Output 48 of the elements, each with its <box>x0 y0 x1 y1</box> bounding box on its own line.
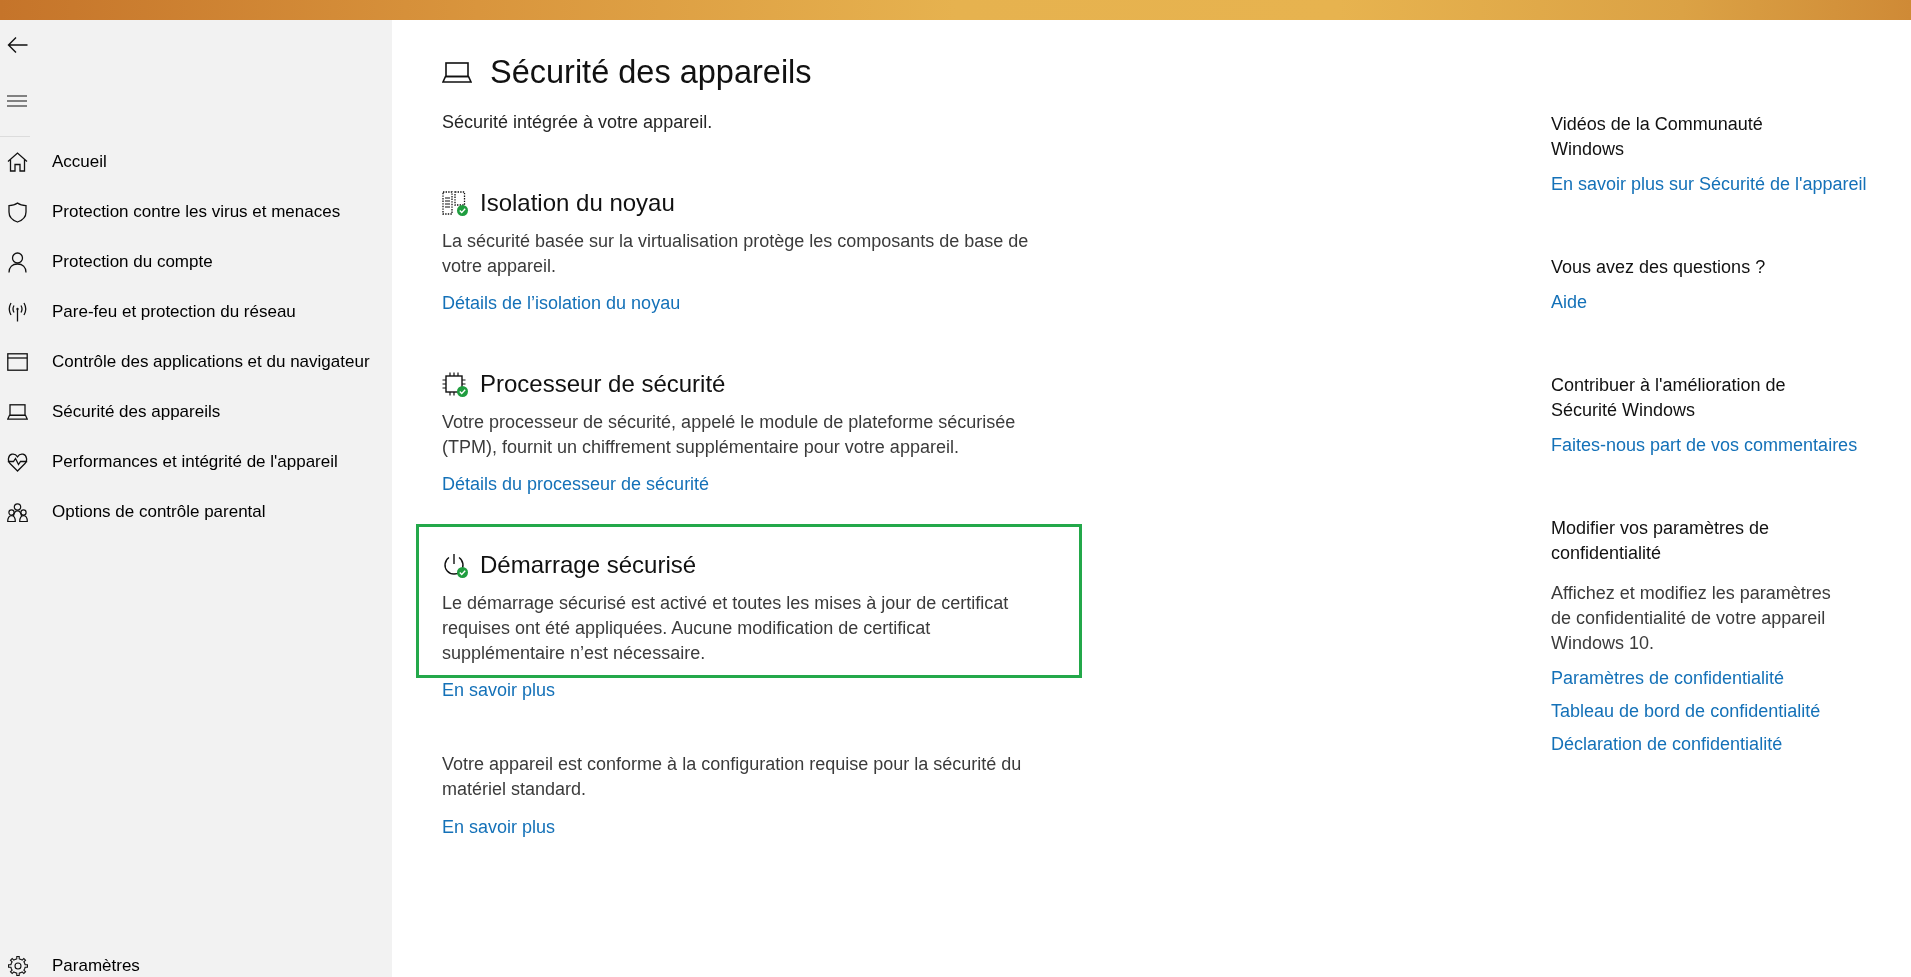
back-arrow-icon <box>7 36 28 54</box>
laptop-icon <box>7 404 28 420</box>
nav-item[interactable]: Protection du compte <box>0 237 392 287</box>
resource-link[interactable]: Paramètres de confidentialité <box>1551 666 1785 691</box>
nav-item[interactable]: Performances et intégrité de l'appareil <box>0 437 392 487</box>
laptop-icon <box>442 61 472 83</box>
resource-link[interactable]: Tableau de bord de confidentialité <box>1551 699 1821 724</box>
menu-icon <box>7 95 27 107</box>
details-link[interactable]: Détails de l’isolation du noyau <box>442 291 681 316</box>
resource-link[interactable]: Faites-nous part de vos commentaires <box>1551 433 1858 458</box>
section-description: Votre processeur de sécurité, appelé le module de plateforme sécurisée (TPM), fournit un chiffrement supplémentaire pour votre appareil. <box>442 411 1017 459</box>
power-icon <box>442 553 466 577</box>
aside-heading: Vidéos de la Communauté Windows <box>1551 113 1764 161</box>
window-icon <box>7 353 28 371</box>
resource-link[interactable]: En savoir plus sur Sécurité de l'appareil <box>1551 172 1867 197</box>
compliance-text: Votre appareil est conforme à la configuration requise pour la sécurité du matériel standard. <box>442 753 1023 801</box>
nav-item[interactable]: Pare-feu et protection du réseau <box>0 287 392 337</box>
dotted-panels-icon <box>442 191 466 215</box>
aside-heading: Vous avez des questions ? <box>1551 256 1767 279</box>
section-description: La sécurité basée sur la virtualisation protège les composants de base de votre appareil. <box>442 230 1030 278</box>
page-title: Sécurité des appareils <box>490 53 812 92</box>
learn-more-link[interactable]: En savoir plus <box>442 815 556 840</box>
family-icon <box>7 502 28 522</box>
chip-icon <box>442 372 466 396</box>
nav-item[interactable]: Options de contrôle parental <box>0 487 392 537</box>
details-link[interactable]: Détails du processeur de sécurité <box>442 472 710 497</box>
antenna-icon <box>7 302 28 322</box>
aside-heading: Contribuer à l'amélioration de Sécurité Windows <box>1551 374 1787 422</box>
shield-icon <box>7 201 28 223</box>
section-heading: Processeur de sécurité <box>480 369 726 399</box>
person-icon <box>7 251 28 273</box>
nav-item[interactable]: Sécurité des appareils <box>0 387 392 437</box>
section-description: Le démarrage sécurisé est activé et toutes les mises à jour de certificat requises ont été appliquées. Aucune modification de certificat supplémentaire n’est nécessaire. <box>442 592 1010 665</box>
resource-link[interactable]: Déclaration de confidentialité <box>1551 732 1783 757</box>
heart-pulse-icon <box>7 452 28 472</box>
section-heading: Démarrage sécurisé <box>480 550 697 580</box>
settings-icon <box>7 955 29 977</box>
details-link[interactable]: En savoir plus <box>442 678 556 703</box>
settings-nav-item[interactable]: Paramètres <box>0 955 392 977</box>
resource-link[interactable]: Aide <box>1551 290 1588 315</box>
aside-description: Affichez et modifiez les paramètres de confidentialité de votre appareil Windows 10. <box>1551 582 1832 655</box>
nav-item[interactable]: Contrôle des applications et du navigateur <box>0 337 392 387</box>
aside-heading: Modifier vos paramètres de confidentialité <box>1551 517 1771 565</box>
page-subtitle: Sécurité intégrée à votre appareil. <box>442 111 714 134</box>
nav-item[interactable]: Protection contre les virus et menaces <box>0 187 392 237</box>
section-heading: Isolation du noyau <box>480 188 675 218</box>
nav-item[interactable]: Accueil <box>0 137 392 187</box>
home-icon <box>7 152 28 172</box>
